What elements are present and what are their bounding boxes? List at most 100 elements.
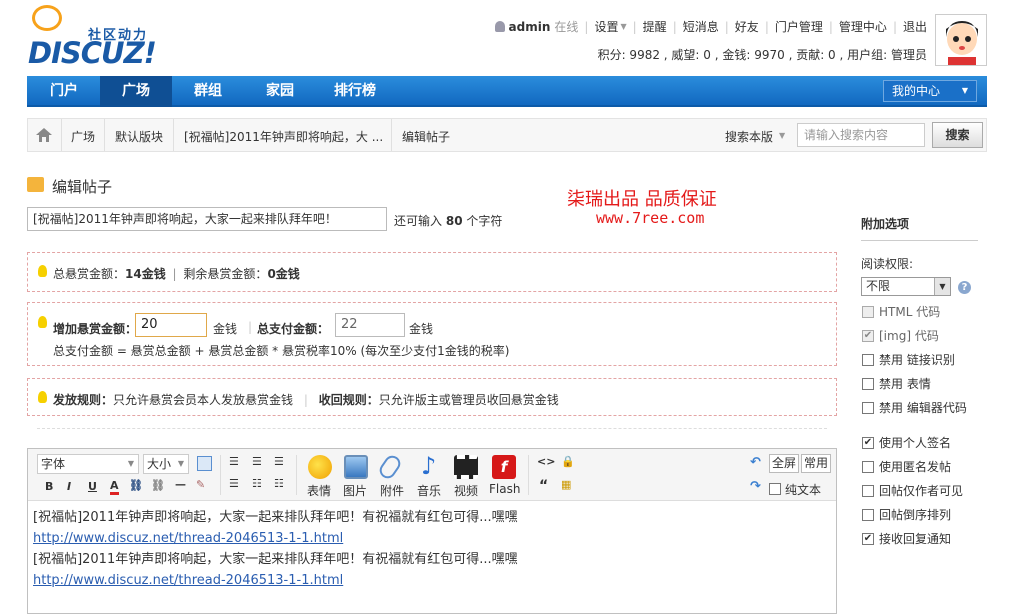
quote-icon[interactable]: “ — [539, 478, 548, 494]
fullscreen-button[interactable]: 全屏 — [769, 454, 800, 473]
logo[interactable]: DISCUZ! — [28, 36, 157, 70]
video-button-label[interactable]: 视频 — [454, 482, 478, 499]
content-line: [祝福帖]2011年钟声即将响起，大家一起来排队拜年吧！有祝福就有红包可得...… — [33, 510, 518, 525]
option-reverse-order[interactable]: 回帖倒序排列 — [862, 506, 951, 523]
pm-link[interactable]: 短消息 — [683, 18, 719, 35]
page-title: 编辑帖子 — [52, 178, 113, 196]
font-color-icon[interactable]: A — [110, 479, 119, 495]
option-disable-link[interactable]: 禁用 链接识别 — [862, 351, 955, 368]
friends-link[interactable]: 好友 — [735, 18, 759, 35]
checkbox[interactable] — [862, 377, 874, 390]
float-icon[interactable]: ☰ — [229, 477, 239, 490]
my-center-dropdown[interactable]: 我的中心 ▼ — [883, 80, 977, 102]
attachment-icon[interactable] — [376, 452, 404, 482]
smiley-button-label[interactable]: 表情 — [307, 482, 331, 499]
flash-icon[interactable]: f — [492, 455, 516, 479]
divider: | — [892, 19, 897, 34]
font-select[interactable]: 字体 ▼ — [37, 454, 139, 474]
search-button[interactable]: 搜索 — [932, 122, 983, 148]
read-perm-select[interactable]: 不限 ▼ — [861, 277, 951, 296]
breadcrumb-square[interactable]: 广场 — [71, 128, 95, 145]
smiley-icon[interactable] — [308, 455, 332, 479]
help-icon[interactable]: ? — [958, 281, 971, 294]
portal-admin-link[interactable]: 门户管理 — [775, 18, 823, 35]
editor-content[interactable]: [祝福帖]2011年钟声即将响起，大家一起来排队拜年吧！有祝福就有红包可得...… — [33, 507, 518, 591]
nav-tab-portal[interactable]: 门户 — [28, 76, 100, 107]
underline-icon[interactable]: U — [88, 480, 97, 493]
checkbox[interactable] — [862, 305, 874, 318]
video-icon[interactable] — [454, 455, 478, 479]
hr-icon[interactable]: — — [175, 478, 186, 491]
checkbox[interactable]: ✔ — [862, 329, 874, 342]
username-link[interactable]: admin — [509, 20, 551, 34]
rule-text: 只允许悬赏会员本人发放悬赏金钱 — [113, 393, 294, 407]
ordered-list-icon[interactable]: ☷ — [252, 477, 262, 490]
content-link[interactable]: http://www.discuz.net/thread-2046513-1-1… — [33, 570, 518, 591]
nav-tab-square[interactable]: 广场 — [100, 76, 172, 107]
checkbox[interactable] — [862, 484, 874, 497]
nav-tab-ranking[interactable]: 排行榜 — [316, 76, 394, 107]
option-disable-editor-code[interactable]: 禁用 编辑器代码 — [862, 399, 967, 416]
checkbox[interactable] — [862, 460, 874, 473]
link-icon[interactable]: ⛓ — [129, 479, 143, 492]
hide-icon[interactable]: ▦ — [561, 478, 571, 491]
music-button-label[interactable]: 音乐 — [417, 482, 441, 499]
clear-format-icon[interactable]: ✎ — [196, 478, 205, 491]
summary-value: 14金钱 — [125, 267, 166, 281]
flash-button-label[interactable]: Flash — [489, 482, 520, 496]
music-icon[interactable]: ♪ — [421, 452, 436, 480]
checkbox[interactable] — [862, 353, 874, 366]
image-icon[interactable] — [344, 455, 368, 479]
common-mode-button[interactable]: 常用 — [801, 454, 832, 473]
search-input[interactable]: 请输入搜索内容 — [797, 123, 925, 147]
option-anonymous[interactable]: 使用匿名发帖 — [862, 458, 951, 475]
recycle-label: 收回规则： — [318, 393, 379, 407]
divider — [391, 119, 392, 151]
align-right-icon[interactable]: ☰ — [274, 455, 284, 468]
subject-input[interactable]: [祝福帖]2011年钟声即将响起，大家一起来排队拜年吧！ — [27, 207, 387, 231]
content-link[interactable]: http://www.discuz.net/thread-2046513-1-1… — [33, 528, 518, 549]
option-author-only[interactable]: 回帖仅作者可见 — [862, 482, 963, 499]
lock-icon[interactable]: 🔒 — [561, 455, 575, 468]
undo-icon[interactable]: ↶ — [750, 455, 761, 470]
add-reward-input[interactable]: 20 — [135, 313, 207, 337]
option-img-code[interactable]: ✔ [img] 代码 — [862, 327, 939, 344]
unlink-icon[interactable]: ⛓ — [151, 479, 165, 492]
logout-link[interactable]: 退出 — [903, 18, 927, 35]
plaintext-checkbox[interactable] — [769, 483, 781, 495]
search-scope-select[interactable]: 搜索本版 — [725, 128, 773, 145]
nav-tab-home[interactable]: 家园 — [244, 76, 316, 107]
option-signature[interactable]: ✔ 使用个人签名 — [862, 434, 951, 451]
option-html-code[interactable]: HTML 代码 — [862, 303, 940, 320]
table-icon[interactable] — [197, 456, 212, 471]
home-icon[interactable] — [36, 128, 52, 142]
read-perm-value: 不限 — [866, 279, 891, 293]
settings-link[interactable]: 设置 — [594, 18, 618, 35]
admin-center-link[interactable]: 管理中心 — [839, 18, 887, 35]
unordered-list-icon[interactable]: ☷ — [274, 477, 284, 490]
checkbox[interactable]: ✔ — [862, 532, 874, 545]
notice-link[interactable]: 提醒 — [643, 18, 667, 35]
code-icon[interactable]: <> — [537, 455, 555, 468]
folder-icon — [27, 177, 44, 192]
divider — [37, 428, 827, 429]
align-center-icon[interactable]: ☰ — [252, 455, 262, 468]
nav-tab-group[interactable]: 群组 — [172, 76, 244, 107]
size-select[interactable]: 大小 ▼ — [143, 454, 189, 474]
checkbox[interactable] — [862, 508, 874, 521]
user-icon — [494, 21, 505, 32]
italic-icon[interactable]: I — [67, 480, 71, 493]
attachment-button-label[interactable]: 附件 — [380, 482, 404, 499]
align-left-icon[interactable]: ☰ — [229, 455, 239, 468]
image-button-label[interactable]: 图片 — [343, 482, 367, 499]
breadcrumb-thread[interactable]: [祝福帖]2011年钟声即将响起，大 ... — [184, 128, 383, 145]
bold-icon[interactable]: B — [45, 480, 53, 493]
option-reply-notify[interactable]: ✔ 接收回复通知 — [862, 530, 951, 547]
avatar[interactable] — [935, 14, 987, 66]
summary-label: 总悬赏金额： — [53, 267, 126, 281]
option-disable-smiley[interactable]: 禁用 表情 — [862, 375, 931, 392]
redo-icon[interactable]: ↷ — [750, 479, 761, 494]
checkbox[interactable]: ✔ — [862, 436, 874, 449]
checkbox[interactable] — [862, 401, 874, 414]
breadcrumb-forum[interactable]: 默认版块 — [115, 128, 163, 145]
